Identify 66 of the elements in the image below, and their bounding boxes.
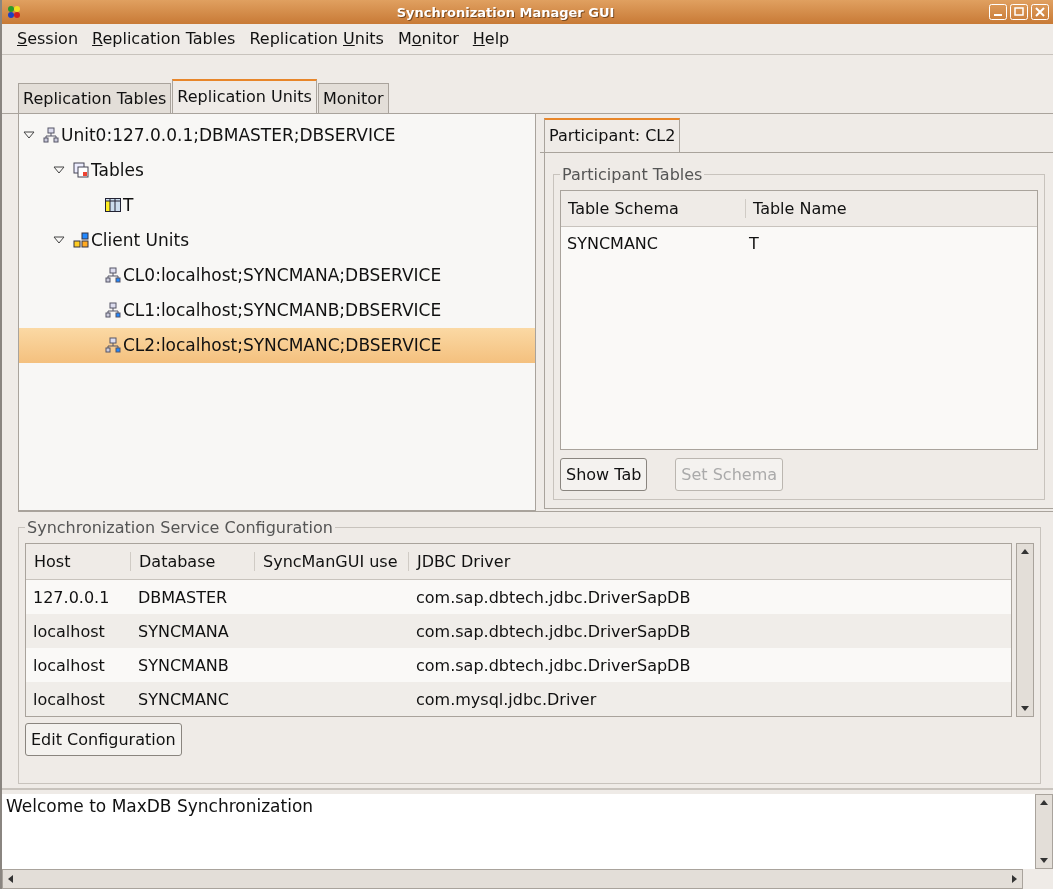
group-title: Synchronization Service Configuration [26,518,334,538]
maximize-icon[interactable] [1010,4,1028,20]
network-icon [43,127,59,144]
tree-label: Tables [91,160,144,181]
column-header[interactable]: JDBC Driver [409,552,1011,572]
tree-item[interactable]: CL1:localhost;SYNCMANB;DBSERVICE [19,292,535,328]
table-cell-text: T [748,234,760,254]
table-cell-text: SYNCMANB [137,655,230,675]
client-units-icon [73,232,89,249]
button[interactable]: Edit Configuration [25,723,182,757]
table-cell-text: SYNCMANC [137,689,230,709]
button[interactable]: Show Tab [560,458,648,492]
table-cell-text: localhost [32,655,106,675]
table-cell-text: com.sap.dbtech.jdbc.DriverSapDB [415,621,692,641]
network-icon [105,267,121,284]
menu-item[interactable]: Session [12,27,84,51]
window-title: Synchronization Manager GUI [395,4,616,20]
menu-item[interactable]: Help [467,27,515,51]
tree-item[interactable]: Unit0:127.0.0.1;DBMASTER;DBSERVICE [19,117,535,153]
scrollbar[interactable] [1035,794,1053,870]
table-cell-text: com.sap.dbtech.jdbc.DriverSapDB [415,655,692,675]
table-cell-text: localhost [32,689,106,709]
column-header[interactable]: Host [26,552,131,572]
tree-label: CL2:localhost;SYNCMANC;DBSERVICE [123,335,442,356]
expander-icon[interactable] [23,130,35,141]
tree-label: CL0:localhost;SYNCMANA;DBSERVICE [123,265,442,286]
tab[interactable]: Monitor [317,82,389,113]
tab[interactable]: Replication Units [172,78,317,113]
tree-item[interactable]: Client Units [19,222,535,258]
tree-label: T [123,195,134,216]
table-cell-text: SYNCMANA [137,621,230,641]
table-cell-text: com.mysql.jdbc.Driver [415,689,598,709]
group-title: Participant Tables [561,164,704,184]
table-cell-text: localhost [32,621,106,641]
tree-label: CL1:localhost;SYNCMANB;DBSERVICE [123,300,442,321]
app-icon [6,5,22,19]
expander-icon[interactable] [53,235,65,246]
table-cell-text: SYNCMANC [566,234,659,254]
minimize-icon[interactable] [989,4,1007,20]
menu-item[interactable]: Monitor [392,27,464,51]
menu-item[interactable]: Replication Tables [87,27,241,51]
table-cell-text: DBMASTER [137,587,229,607]
column-header[interactable]: SyncManGUI use [255,552,409,572]
tree-item[interactable]: Tables [19,152,535,188]
table-cell-text: com.sap.dbtech.jdbc.DriverSapDB [415,587,692,607]
tab[interactable]: Participant: CL2 [544,117,681,152]
expander-icon[interactable] [53,165,65,176]
network-icon [105,337,121,354]
menu-item[interactable]: Replication Units [244,27,389,51]
tab[interactable]: Replication Tables [18,82,172,113]
tree-item[interactable]: T [19,187,535,223]
close-icon[interactable] [1031,4,1049,20]
scrollbar[interactable] [1016,543,1034,718]
column-header[interactable]: Table Schema [561,198,746,218]
log-text: Welcome to MaxDB Synchronization [6,796,314,817]
tree-label: Client Units [91,230,190,251]
scrollbar[interactable] [2,869,1023,889]
tree-item[interactable]: CL0:localhost;SYNCMANA;DBSERVICE [19,257,535,293]
table-cell-text: 127.0.0.1 [32,587,111,607]
table-icon [105,198,121,213]
tree-item[interactable]: CL2:localhost;SYNCMANC;DBSERVICE [19,327,535,363]
tables-icon [73,162,89,179]
network-icon [105,302,121,319]
column-header[interactable]: Database [131,552,255,572]
column-header[interactable]: Table Name [746,198,1037,218]
tree-label: Unit0:127.0.0.1;DBMASTER;DBSERVICE [61,125,396,146]
